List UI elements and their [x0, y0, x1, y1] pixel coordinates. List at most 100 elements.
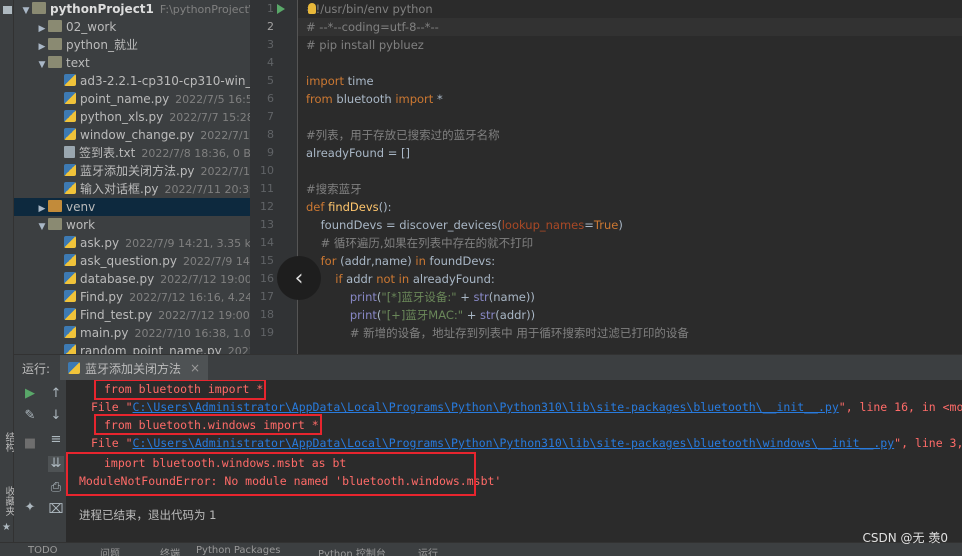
traceback-link[interactable]: C:\Users\Administrator\AppData\Local\Pro… — [133, 436, 895, 450]
line-number: 11 — [260, 182, 274, 195]
code-line: if addr not in alreadyFound: — [335, 272, 495, 286]
line-number: 1 — [267, 2, 274, 15]
star-icon[interactable]: ★ — [2, 522, 11, 533]
tree-item-meta: 2022/7/5 16:50, 3 — [175, 93, 250, 106]
python-file-icon — [64, 110, 76, 122]
soft-wrap-icon[interactable]: ≡ — [48, 432, 64, 448]
traceback-link[interactable]: C:\Users\Administrator\AppData\Local\Pro… — [133, 400, 839, 414]
bottom-tab[interactable]: Python 控制台 — [318, 545, 386, 556]
code-line: # 循环遍历,如果在列表中存在的就不打印 — [320, 236, 534, 250]
bottom-tab[interactable]: 终端 — [160, 545, 180, 556]
code-line: # --*--coding=utf-8--*-- — [306, 20, 439, 34]
tree-item[interactable]: python_xls.py 2022/7/7 15:28, 6 — [14, 108, 250, 126]
back-button[interactable]: ‹ — [277, 256, 321, 300]
bottom-tool-bar: TODO 问题 终端 Python Packages Python 控制台 运行 — [0, 542, 962, 556]
tree-item[interactable]: ad3-2.2.1-cp310-cp310-win_am — [14, 72, 250, 90]
editor-gutter: 1 2 3 4 5 6 7 8 9 10 11 12 13 14 15 16 17 18 19 — [250, 0, 316, 354]
tree-item-label: main.py — [80, 326, 129, 340]
tree-item[interactable]: ▼pythonProject1F:\pythonProject\py — [14, 0, 250, 18]
tree-item-label: python_就业 — [66, 38, 138, 52]
bottom-tab[interactable]: TODO — [28, 545, 58, 556]
left-tool-strip: 结构 收藏夹 ★ — [0, 0, 14, 556]
tree-item[interactable]: ▶ venv — [14, 198, 250, 216]
code-line: import time — [306, 74, 374, 88]
code-line: #列表，用于存放已搜索过的蓝牙名称 — [306, 128, 500, 142]
python-file-icon — [64, 182, 76, 194]
tree-item-label: point_name.py — [80, 92, 170, 106]
code-line: # pip install pybluez — [306, 38, 424, 52]
bottom-tab[interactable]: Python Packages — [196, 545, 281, 556]
bulb-icon[interactable] — [308, 3, 316, 14]
folder-icon — [32, 2, 46, 14]
bottom-tab[interactable]: 问题 — [100, 545, 120, 556]
line-number: 18 — [260, 308, 274, 321]
tree-item-label: Find.py — [80, 290, 124, 304]
project-tool-icon[interactable] — [3, 6, 12, 14]
folder-icon — [48, 20, 62, 32]
python-file-icon — [64, 164, 76, 176]
bottom-tab[interactable]: 运行 — [418, 545, 438, 556]
tree-item[interactable]: Find.py 2022/7/12 16:16, 4.24 kB — [14, 288, 250, 306]
line-number: 5 — [267, 74, 274, 87]
code-line: # 新增的设备，地址存到列表中 用于循环搜索时过滤已打印的设备 — [349, 326, 689, 340]
wrench-icon[interactable]: ✎ — [22, 408, 38, 424]
line-number: 9 — [267, 146, 274, 159]
line-number: 19 — [260, 326, 274, 339]
tree-item[interactable]: ▼ work — [14, 216, 250, 234]
trash-icon[interactable]: ⌧ — [48, 502, 64, 518]
tree-item[interactable]: ▶ python_就业 — [14, 36, 250, 54]
tree-item[interactable]: 蓝牙添加关闭方法.py 2022/7/13 2 — [14, 162, 250, 180]
run-tab[interactable]: 蓝牙添加关闭方法 × — [60, 355, 209, 381]
tree-item[interactable]: point_name.py 2022/7/5 16:50, 3 — [14, 90, 250, 108]
python-file-icon — [68, 362, 80, 374]
line-number: 15 — [260, 254, 274, 267]
tree-item-label: ask.py — [80, 236, 120, 250]
line-number: 8 — [267, 128, 274, 141]
run-console[interactable]: from bluetooth import * File "C:\Users\A… — [66, 380, 962, 542]
tree-item[interactable]: Find_test.py 2022/7/12 19:00, 4.5 — [14, 306, 250, 324]
folder-icon — [48, 56, 62, 68]
tree-item-meta: 2022/7/10 16:38, 1.09 kB — [134, 327, 250, 340]
stop-icon[interactable]: ■ — [22, 436, 38, 452]
tree-item[interactable]: database.py 2022/7/12 19:00, 1. — [14, 270, 250, 288]
print-icon[interactable]: ⎙ — [48, 480, 64, 496]
scroll-to-end-icon[interactable]: ⇊ — [48, 456, 64, 472]
tree-item-label: window_change.py — [80, 128, 195, 142]
tree-item-meta: 2022/7/9 14:21, 3.35 kB 20 — [125, 237, 250, 250]
pin-icon[interactable]: ✦ — [22, 500, 38, 516]
run-tab-label: 蓝牙添加关闭方法 — [85, 361, 182, 376]
tree-item-label: random_point_name.py — [80, 344, 222, 354]
tree-item-label: ad3-2.2.1-cp310-cp310-win_am — [80, 74, 250, 88]
run-icon[interactable]: ▶ — [22, 386, 38, 402]
line-number: 10 — [260, 164, 274, 177]
arrow-up-icon[interactable]: ↑ — [48, 386, 64, 402]
line-number: 4 — [267, 56, 274, 69]
tree-item[interactable]: 签到表.txt 2022/7/8 18:36, 0 B 昨5 — [14, 144, 250, 162]
folder-icon — [48, 218, 62, 230]
tree-item-meta: 2022/7/12 16:16, 4.24 kB — [129, 291, 250, 304]
tree-item[interactable]: random_point_name.py 2022/7 — [14, 342, 250, 354]
code-line: #!/usr/bin/env python — [306, 2, 433, 16]
tree-item-label: text — [66, 56, 90, 70]
run-gutter-icon[interactable] — [277, 4, 285, 14]
python-file-icon — [64, 272, 76, 284]
code-editor[interactable]: 1 2 3 4 5 6 7 8 9 10 11 12 13 14 15 16 17 18 19 #!/usr/bin… — [250, 0, 962, 354]
python-file-icon — [64, 74, 76, 86]
arrow-down-icon[interactable]: ↓ — [48, 408, 64, 424]
tree-item-label: venv — [66, 200, 96, 214]
tree-item[interactable]: ask_question.py 2022/7/9 14:15, — [14, 252, 250, 270]
tree-item[interactable]: main.py 2022/7/10 16:38, 1.09 kB — [14, 324, 250, 342]
line-number: 17 — [260, 290, 274, 303]
tree-item-meta: 2022/7/11 20:39, 1 — [164, 183, 250, 196]
tree-item[interactable]: ▶ 02_work — [14, 18, 250, 36]
tree-item[interactable]: ▼ text — [14, 54, 250, 72]
tree-item[interactable]: window_change.py 2022/7/10 1 — [14, 126, 250, 144]
run-panel-header: 运行: 蓝牙添加关闭方法 × — [14, 354, 962, 381]
close-icon[interactable]: × — [190, 361, 200, 375]
python-file-icon — [64, 326, 76, 338]
tree-item-label: python_xls.py — [80, 110, 164, 124]
tree-item[interactable]: 输入对话框.py 2022/7/11 20:39, 1 — [14, 180, 250, 198]
console-line: File "C:\Users\Administrator\AppData\Loc… — [91, 436, 962, 450]
tree-item[interactable]: ask.py 2022/7/9 14:21, 3.35 kB 20 — [14, 234, 250, 252]
tree-item-meta: 2022/7/9 14:15, — [182, 255, 250, 268]
